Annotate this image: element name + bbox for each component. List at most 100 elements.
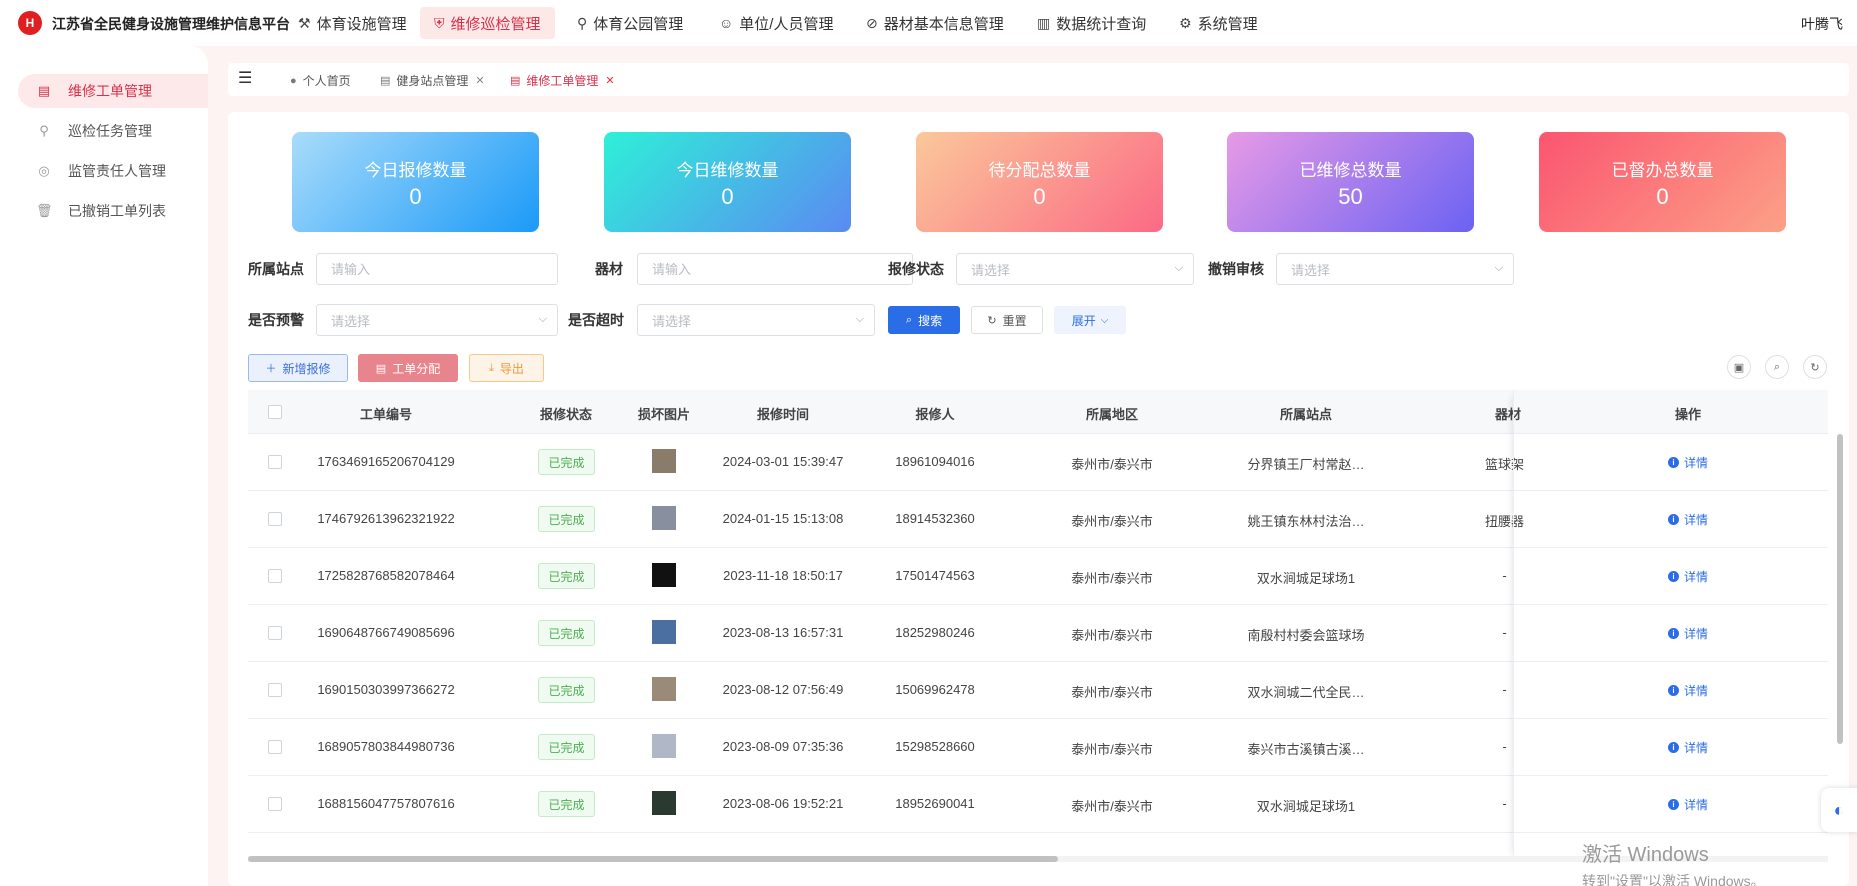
tab-fitness-stations[interactable]: ▤ 健身站点管理 ✕ [380,72,485,89]
detail-link[interactable]: i 详情 [1668,511,1708,528]
sidebar-item-inspection-tasks[interactable]: ⚲ 巡检任务管理 [18,114,208,148]
sidebar-item-repair-orders[interactable]: ▤ 维修工单管理 [18,74,208,108]
column-header-equipment: 器材 [1494,407,1521,422]
stat-label: 待分配总数量 [988,161,1091,180]
user-name[interactable]: 叶腾飞 [1801,14,1843,34]
tab-label: 维修工单管理 [526,74,599,88]
close-icon[interactable]: ✕ [605,74,614,87]
nav-repair-inspection[interactable]: ⛨ 维修巡检管理 [420,7,555,39]
tab-repair-orders[interactable]: ▤ 维修工单管理 ✕ [510,72,615,89]
table-row[interactable]: 1763469165206704129 已完成 2024-03-01 15:39:4… [248,434,1828,491]
column-settings-icon[interactable]: ▣ [1727,355,1751,379]
status-badge: 已完成 [538,620,595,646]
nav-sports-facility[interactable]: ⚒ 体育设施管理 [284,7,421,39]
damage-image-thumbnail[interactable] [652,620,676,644]
damage-image-thumbnail[interactable] [652,563,676,587]
revoke-review-select[interactable]: 请选择 ⌵ [1276,253,1514,285]
detail-label: 详情 [1684,456,1709,470]
bar-chart-icon: ▥ [1037,14,1051,31]
row-checkbox[interactable] [268,683,282,697]
assign-order-button[interactable]: ▤ 工单分配 [358,354,458,382]
station-label: 所属站点 [248,261,304,277]
nav-statistics[interactable]: ▥ 数据统计查询 [1023,7,1160,39]
app-title: 江苏省全民健身设施管理维护信息平台 [52,16,290,32]
detail-link[interactable]: i 详情 [1668,739,1708,756]
export-label: 导出 [499,361,524,376]
cell-equipment: - [1502,625,1507,640]
menu-collapse-icon[interactable]: ☰ [238,71,256,87]
revoke-review-label: 撤销审核 [1208,261,1264,277]
cell-repair-time: 2023-11-18 18:50:17 [723,568,843,583]
cell-station: 泰兴市古溪镇古溪… [1247,742,1365,757]
row-checkbox[interactable] [268,626,282,640]
table-row[interactable]: 1688156047757807616 已完成 2023-08-06 19:52:2… [248,776,1828,833]
tabs-bar: ☰ ● 个人首页 ▤ 健身站点管理 ✕ ▤ 维修工单管理 ✕ [228,63,1849,96]
detail-link[interactable]: i 详情 [1668,568,1708,585]
column-header-region: 所属地区 [1085,407,1138,422]
table-row[interactable]: 1689057803844980736 已完成 2023-08-09 07:35:3… [248,719,1828,776]
add-repair-button[interactable]: ＋ 新增报修 [248,354,348,382]
row-checkbox[interactable] [268,740,282,754]
app-logo: H [18,11,42,35]
damage-image-thumbnail[interactable] [652,734,676,758]
table-row[interactable]: 1725828768582078464 已完成 2023-11-18 18:50:1… [248,548,1828,605]
row-checkbox[interactable] [268,569,282,583]
sidebar: ▤ 维修工单管理 ⚲ 巡检任务管理 ◎ 监管责任人管理 🗑 已撤销工单列表 [0,46,208,886]
row-checkbox[interactable] [268,455,282,469]
assign-order-label: 工单分配 [392,361,441,376]
damage-image-thumbnail[interactable] [652,791,676,815]
expand-button[interactable]: 展开 ⌵ [1054,306,1126,334]
reset-button[interactable]: ↻ 重置 [971,306,1043,334]
search-button[interactable]: ⌕ 搜索 [888,306,960,334]
damage-image-thumbnail[interactable] [652,506,676,530]
detail-link[interactable]: i 详情 [1668,454,1708,471]
detail-label: 详情 [1684,570,1709,584]
tab-home[interactable]: ● 个人首页 [290,72,351,89]
station-input[interactable] [316,253,558,285]
floating-assistant-icon[interactable]: ◐ [1821,788,1857,832]
repair-status-select[interactable]: 请选择 ⌵ [956,253,1194,285]
table-row[interactable]: 1690150303997366272 已完成 2023-08-12 07:56:4… [248,662,1828,719]
cell-station: 双水涧城二代全民… [1247,685,1365,700]
sidebar-item-revoked-orders[interactable]: 🗑 已撤销工单列表 [18,194,208,228]
cell-reporter: 17501474563 [895,568,975,583]
damage-image-thumbnail[interactable] [652,677,676,701]
horizontal-scrollbar[interactable] [248,856,1058,862]
nav-equipment-info[interactable]: ⊘ 器材基本信息管理 [852,7,1018,39]
overtime-label: 是否超时 [568,312,624,328]
column-header-station: 所属站点 [1279,407,1332,422]
nav-system[interactable]: ⚙ 系统管理 [1165,7,1272,39]
detail-link[interactable]: i 详情 [1668,682,1708,699]
stat-card-today-repairs: 今日维修数量 0 [604,132,851,232]
sidebar-item-supervisors[interactable]: ◎ 监管责任人管理 [18,154,208,188]
cell-reporter: 18952690041 [895,796,975,811]
nav-unit-personnel[interactable]: ☺ 单位/人员管理 [705,7,847,39]
cell-equipment: 扭腰器 [1484,514,1524,529]
nav-sports-park[interactable]: ⚲ 体育公园管理 [563,7,697,39]
select-all-checkbox[interactable] [268,405,282,419]
equipment-input[interactable] [637,253,913,285]
trash-icon: 🗑 [36,203,53,218]
detail-link[interactable]: i 详情 [1668,625,1708,642]
stat-label: 已督办总数量 [1611,161,1714,180]
detail-link[interactable]: i 详情 [1668,796,1708,813]
close-icon[interactable]: ✕ [475,74,484,87]
table-row[interactable]: 1746792613962321922 已完成 2024-01-15 15:13:0… [248,491,1828,548]
stat-label: 今日维修数量 [676,161,779,180]
cell-region: 泰州市/泰兴市 [1071,571,1153,586]
overtime-select[interactable]: 请选择 ⌵ [637,304,875,336]
search-toggle-icon[interactable]: ⌕ [1765,355,1789,379]
warning-select[interactable]: 请选择 ⌵ [316,304,558,336]
cell-order-id: 1688156047757807616 [317,796,455,811]
damage-image-thumbnail[interactable] [652,449,676,473]
nav-label: 器材基本信息管理 [883,15,1004,33]
row-checkbox[interactable] [268,512,282,526]
table-row[interactable]: 1690648766749085696 已完成 2023-08-13 16:57:3… [248,605,1828,662]
export-button[interactable]: ⤓ 导出 [469,354,544,382]
vertical-scrollbar[interactable] [1837,434,1843,744]
document-icon: ▤ [380,75,391,87]
cell-reporter: 18252980246 [895,625,975,640]
add-repair-label: 新增报修 [282,361,331,376]
row-checkbox[interactable] [268,797,282,811]
refresh-icon[interactable]: ↻ [1803,355,1827,379]
